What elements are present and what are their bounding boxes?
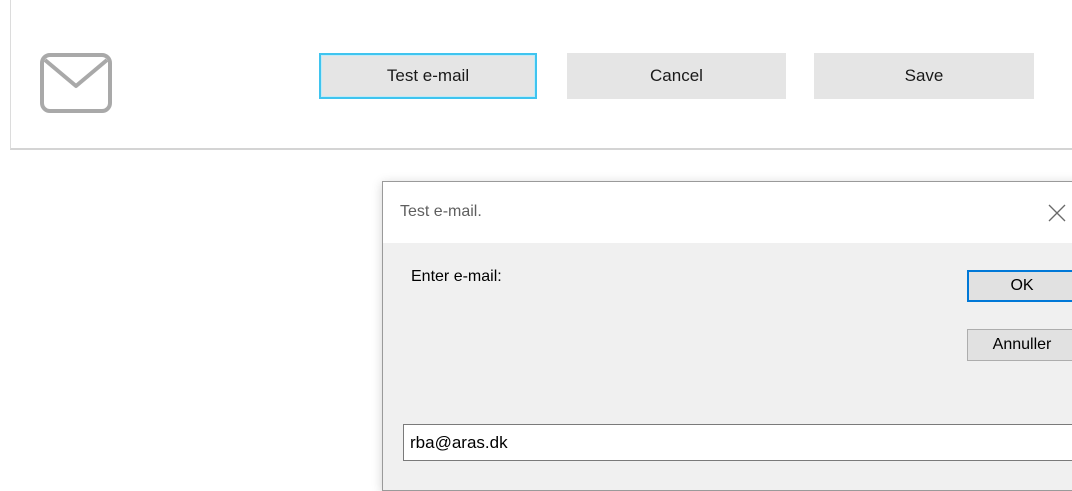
save-button[interactable]: Save — [814, 53, 1034, 99]
toolbar: Test e-mail Cancel Save — [10, 0, 1072, 150]
close-icon[interactable] — [1046, 202, 1068, 224]
email-field[interactable] — [403, 424, 1072, 461]
dialog-titlebar: Test e-mail. — [383, 182, 1072, 243]
test-email-button[interactable]: Test e-mail — [319, 53, 537, 99]
mail-icon — [40, 53, 112, 113]
test-email-dialog: Test e-mail. Enter e-mail: OK Annuller — [382, 181, 1072, 491]
email-prompt-label: Enter e-mail: — [411, 268, 502, 285]
annuller-button[interactable]: Annuller — [967, 329, 1072, 361]
cancel-button[interactable]: Cancel — [567, 53, 786, 99]
dialog-title: Test e-mail. — [400, 203, 482, 220]
ok-button[interactable]: OK — [967, 270, 1072, 302]
